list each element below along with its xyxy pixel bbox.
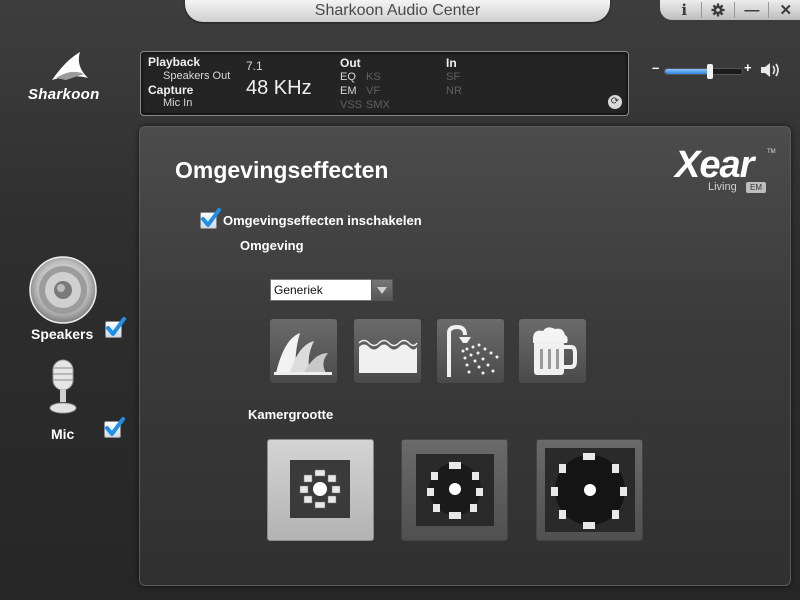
shower-icon	[447, 324, 499, 377]
room-size-small-button[interactable]	[267, 439, 374, 541]
sidebar-item-mic[interactable]: Mic	[45, 358, 130, 448]
out-ks: KS	[366, 71, 381, 83]
window-controls: i — ✕	[660, 0, 800, 20]
enable-effects-checkbox[interactable]	[200, 208, 221, 229]
room-size-medium-button[interactable]	[401, 439, 508, 541]
environment-select-value[interactable]: Generiek	[270, 279, 376, 301]
settings-button[interactable]	[706, 1, 730, 19]
beer-mug-icon	[533, 327, 577, 375]
environment-select[interactable]: Generiek	[270, 279, 395, 301]
volume-fill	[665, 69, 710, 74]
window-title: Sharkoon Audio Center	[185, 0, 610, 22]
out-eq: EQ	[340, 71, 356, 83]
water-icon	[358, 339, 418, 373]
room-size-label: Kamergrootte	[248, 407, 334, 422]
speakers-checkbox[interactable]	[105, 317, 126, 338]
environment-label: Omgeving	[240, 238, 304, 253]
playback-device: Speakers Out	[163, 70, 231, 82]
mic-checkbox[interactable]	[104, 417, 125, 438]
out-smx: SMX	[366, 99, 390, 111]
env-opera-button[interactable]	[269, 318, 338, 384]
out-vf: VF	[366, 85, 381, 97]
env-water-button[interactable]	[353, 318, 422, 384]
speaker-volume-icon[interactable]	[760, 61, 782, 79]
divider	[768, 2, 770, 18]
brand-name: Sharkoon	[28, 86, 100, 103]
microphone-icon	[49, 359, 77, 414]
opera-house-icon	[274, 333, 332, 375]
xear-tm: TM	[767, 149, 776, 155]
volume-control: – +	[650, 60, 785, 80]
speakers-label: Speakers	[31, 326, 94, 342]
capture-device: Mic In	[163, 97, 193, 109]
sample-rate: 48 KHz	[246, 77, 312, 99]
volume-thumb[interactable]	[706, 64, 713, 79]
enable-effects-label[interactable]: Omgevingseffecten inschakelen	[223, 213, 422, 228]
playback-label: Playback	[148, 55, 201, 69]
close-button[interactable]: ✕	[774, 1, 798, 19]
main-panel: Omgevingseffecten Xear TM Living EM Omge…	[139, 126, 791, 586]
divider	[734, 2, 736, 18]
speaker-icon	[29, 256, 97, 324]
checkmark-icon	[201, 208, 221, 227]
in-label: In	[446, 56, 457, 70]
refresh-icon[interactable]: ⟳	[608, 95, 622, 109]
channel-config: 7.1	[246, 59, 263, 73]
env-shower-button[interactable]	[436, 318, 505, 384]
xear-logo: Xear TM Living EM	[675, 144, 776, 195]
sidebar-item-speakers[interactable]: Speakers	[28, 255, 128, 345]
chevron-down-icon	[377, 287, 387, 294]
divider	[700, 2, 702, 18]
in-sf: SF	[446, 71, 461, 83]
volume-minus-label: –	[652, 60, 660, 75]
checkmark-icon	[105, 417, 125, 436]
app-window: Sharkoon Audio Center i — ✕ Sharkoon Pla…	[0, 0, 800, 600]
dropdown-button[interactable]	[371, 279, 393, 301]
out-vss: VSS	[340, 99, 363, 111]
xear-living: Living	[708, 181, 737, 193]
status-panel: Playback Speakers Out Capture Mic In 7.1…	[140, 51, 629, 116]
capture-label: Capture	[148, 83, 194, 97]
out-label: Out	[340, 56, 361, 70]
mic-label: Mic	[51, 426, 75, 442]
large-room-icon	[545, 448, 635, 532]
gear-icon	[711, 3, 725, 17]
small-room-icon	[290, 460, 350, 518]
volume-plus-label: +	[744, 60, 752, 75]
page-title: Omgevingseffecten	[175, 157, 389, 183]
medium-room-icon	[416, 454, 494, 526]
info-button[interactable]: i	[672, 1, 696, 19]
in-nr: NR	[446, 85, 462, 97]
minimize-button[interactable]: —	[740, 1, 764, 19]
env-pub-button[interactable]	[518, 318, 587, 384]
room-size-large-button[interactable]	[536, 439, 643, 541]
xear-em-badge: EM	[746, 182, 766, 193]
out-em: EM	[340, 85, 357, 97]
checkmark-icon	[106, 317, 126, 336]
xear-logo-text: Xear	[675, 144, 754, 186]
volume-slider[interactable]	[664, 64, 743, 79]
